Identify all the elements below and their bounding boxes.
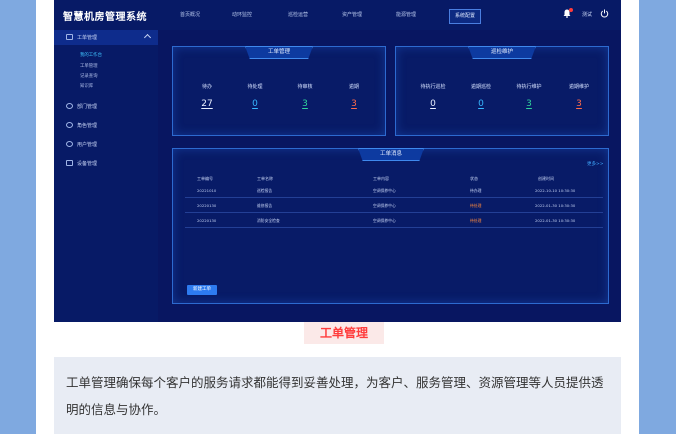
stat-value-overdue[interactable]: 3 bbox=[351, 99, 357, 109]
new-workorder-button[interactable]: 新建工单 bbox=[187, 285, 217, 295]
sidebar-item-workorders[interactable]: 工单管理 bbox=[80, 63, 98, 69]
sidebar-item-departments[interactable]: 部门管理 bbox=[66, 103, 97, 110]
column-header: 创建时间 bbox=[538, 176, 554, 181]
stat-label: 待执行维护 bbox=[516, 84, 542, 90]
app-screenshot: 智慧机房管理系统 首页概况 动环监控 巡检运营 资产管理 能源管理 系统配置 测… bbox=[54, 0, 621, 322]
role-icon bbox=[66, 122, 73, 128]
stat-label: 待执行巡检 bbox=[420, 84, 446, 90]
panel-title: 工单消息 bbox=[358, 148, 424, 161]
sidebar-item-knowledge[interactable]: 知识库 bbox=[80, 83, 93, 89]
stat-label: 待处理 bbox=[247, 84, 263, 90]
column-header: 工单编号 bbox=[197, 176, 213, 181]
sidebar-section-workorder[interactable]: 工单管理 bbox=[54, 30, 158, 45]
sidebar-label: 部门管理 bbox=[77, 104, 98, 110]
sidebar-item-records[interactable]: 记录查询 bbox=[80, 73, 98, 79]
sidebar-item-roles[interactable]: 角色管理 bbox=[66, 122, 97, 129]
notification-dot bbox=[569, 8, 573, 12]
device-icon bbox=[66, 160, 73, 166]
top-bar: 智慧机房管理系统 首页概况 动环监控 巡检运营 资产管理 能源管理 系统配置 测… bbox=[54, 0, 621, 31]
description-text: 工单管理确保每个客户的服务请求都能得到妥善处理，为客户、服务管理、资源管理等人员… bbox=[66, 375, 604, 417]
panel-title: 巡检维护 bbox=[468, 46, 536, 59]
sidebar-item-my-workbench[interactable]: 我的工作台 bbox=[80, 52, 102, 58]
table-row[interactable]: 20220130 消防安全检查 空调保养中心 待处理 2022-01-30 10… bbox=[185, 213, 603, 228]
sidebar-label: 用户管理 bbox=[77, 142, 98, 148]
stat-value-maintenance-overdue[interactable]: 3 bbox=[576, 99, 582, 109]
inspection-panel: 巡检维护 待执行巡检 逾期巡检 待执行维护 逾期维护 0 0 3 3 bbox=[395, 46, 609, 136]
sidebar-item-devices[interactable]: 设备管理 bbox=[66, 160, 97, 167]
nav-home[interactable]: 首页概况 bbox=[180, 9, 200, 22]
sidebar-label: 工单管理 bbox=[77, 35, 98, 41]
chevron-up-icon bbox=[143, 33, 152, 42]
stat-label: 待办 bbox=[201, 84, 213, 90]
workorder-panel: 工单管理 待办 待处理 待审核 逾期 27 0 3 3 bbox=[172, 46, 386, 136]
nav-system-config[interactable]: 系统配置 bbox=[448, 9, 482, 24]
main-content: 工单管理 待办 待处理 待审核 逾期 27 0 3 3 巡检维护 待执行巡检 逾… bbox=[158, 30, 621, 322]
more-link[interactable]: 更多>> bbox=[587, 161, 604, 167]
stat-value-maintenance-todo[interactable]: 3 bbox=[526, 99, 532, 109]
sidebar: 工单管理 我的工作台 工单管理 记录查询 知识库 部门管理 角色管理 用户管理 … bbox=[54, 30, 158, 322]
column-header: 工单内容 bbox=[373, 176, 389, 181]
stat-value-inspection-overdue[interactable]: 0 bbox=[478, 99, 484, 109]
stat-label: 逾期巡检 bbox=[470, 84, 492, 90]
panel-title: 工单管理 bbox=[245, 46, 313, 59]
message-panel: 工单消息 更多>> 工单编号 工单名称 工单内容 状态 创建时间 2022101… bbox=[172, 148, 609, 304]
user-name[interactable]: 测试 bbox=[582, 11, 592, 18]
nav-inspection[interactable]: 巡检运营 bbox=[288, 9, 308, 22]
stat-label: 逾期 bbox=[348, 84, 360, 90]
description-box: 工单管理确保每个客户的服务请求都能得到妥善处理，为客户、服务管理、资源管理等人员… bbox=[54, 357, 621, 434]
grid-icon bbox=[66, 34, 73, 40]
stat-value-pending[interactable]: 0 bbox=[252, 99, 258, 109]
nav-monitor[interactable]: 动环监控 bbox=[232, 9, 252, 22]
nav-energy[interactable]: 能源管理 bbox=[396, 9, 416, 22]
column-header: 状态 bbox=[470, 176, 478, 181]
table-row[interactable]: 20220130 维修报告 空调保养中心 待处理 2022-01-30 10:3… bbox=[185, 198, 603, 213]
page: 智慧机房管理系统 首页概况 动环监控 巡检运营 资产管理 能源管理 系统配置 测… bbox=[36, 0, 639, 434]
department-icon bbox=[66, 103, 73, 109]
power-icon[interactable] bbox=[600, 9, 609, 18]
users-icon bbox=[66, 141, 73, 147]
sidebar-label: 角色管理 bbox=[77, 123, 98, 129]
stat-label: 逾期维护 bbox=[568, 84, 590, 90]
stat-label: 待审核 bbox=[297, 84, 313, 90]
table-row[interactable]: 20221010 巡检报告 空调保养中心 待办理 2022-10-10 10:3… bbox=[185, 183, 603, 198]
stat-value-todo[interactable]: 27 bbox=[201, 99, 212, 109]
section-caption: 工单管理 bbox=[304, 322, 384, 344]
nav-assets[interactable]: 资产管理 bbox=[342, 9, 362, 22]
sidebar-label: 设备管理 bbox=[77, 161, 98, 167]
stat-value-review[interactable]: 3 bbox=[302, 99, 308, 109]
sidebar-item-users[interactable]: 用户管理 bbox=[66, 141, 97, 148]
app-logo: 智慧机房管理系统 bbox=[63, 12, 147, 23]
column-header: 工单名称 bbox=[257, 176, 273, 181]
stat-value-inspection-todo[interactable]: 0 bbox=[430, 99, 436, 109]
